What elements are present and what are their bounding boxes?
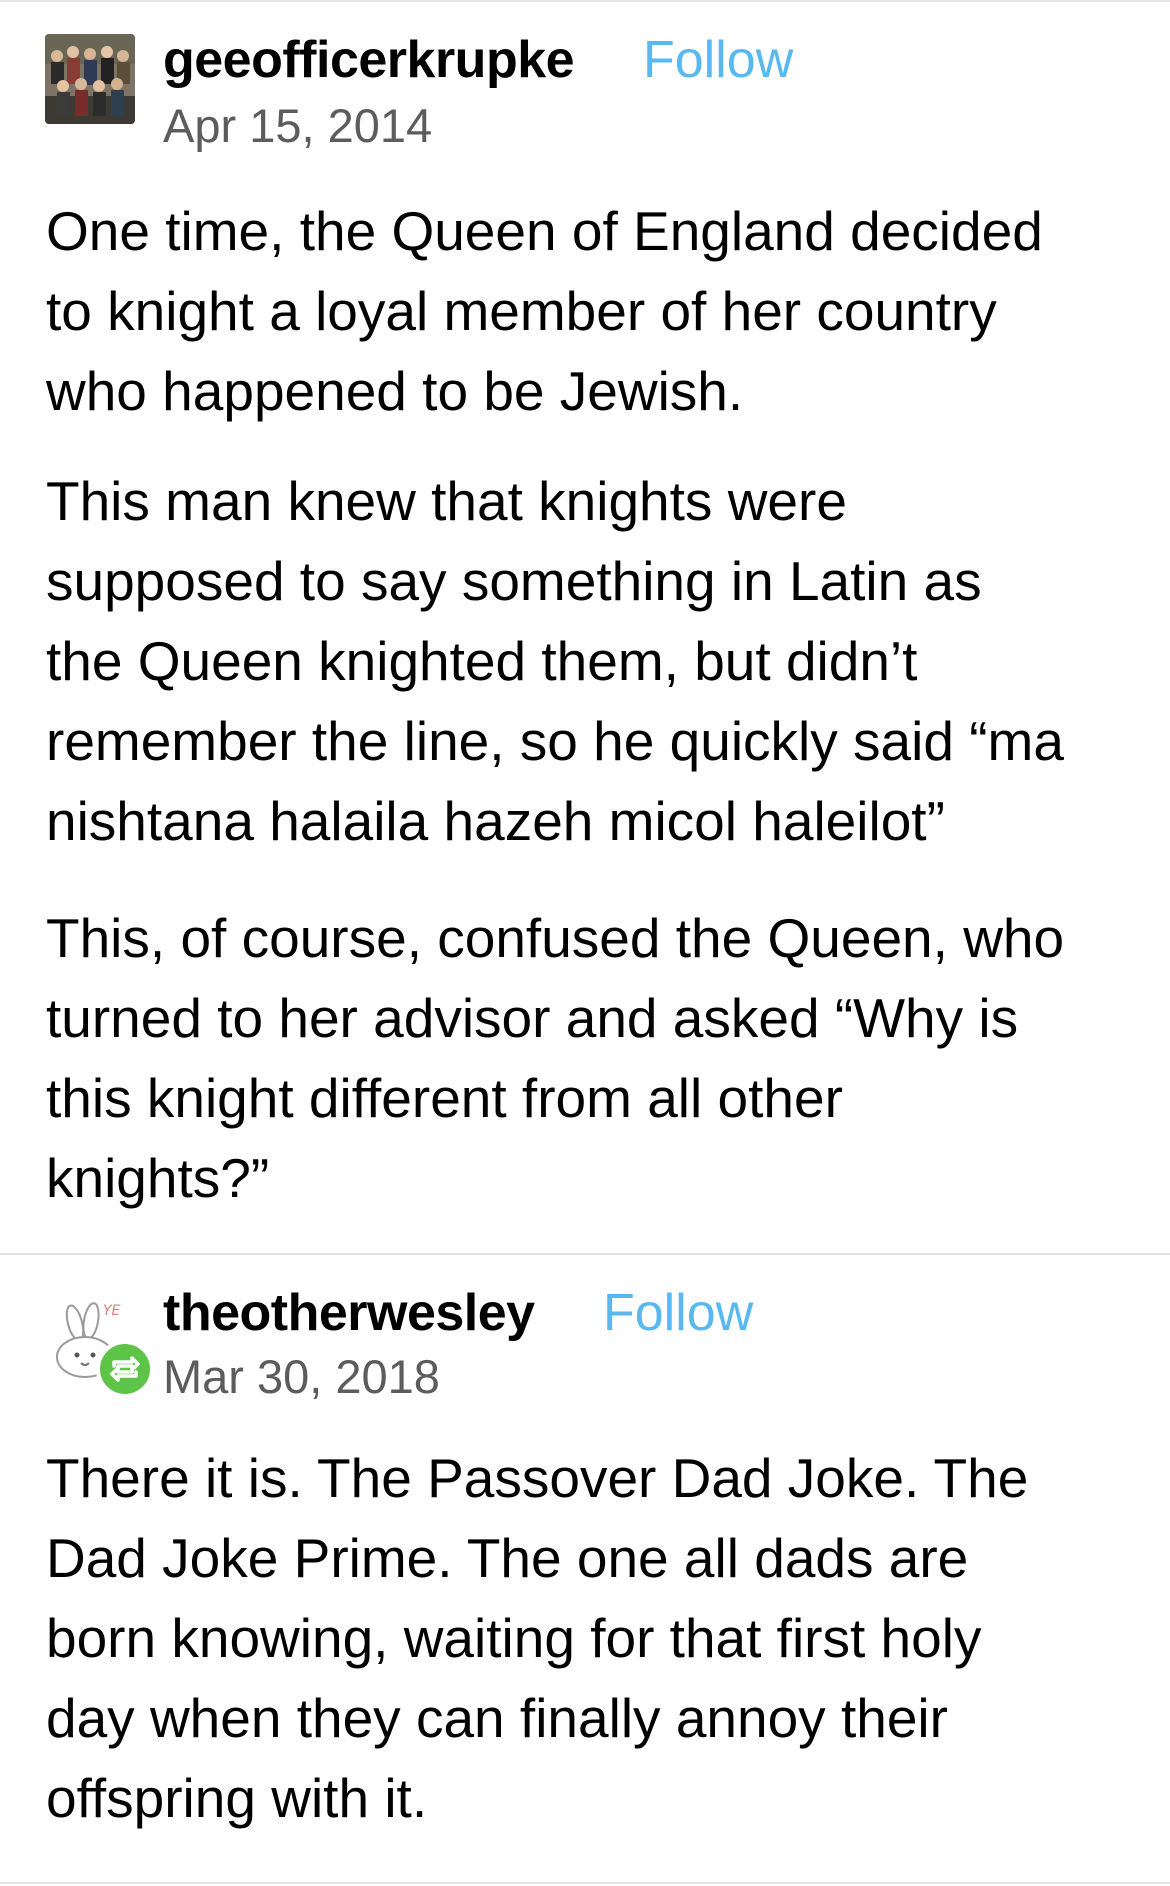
- text-line: offspring with it.: [46, 1767, 428, 1829]
- post-date[interactable]: Apr 15, 2014: [163, 98, 432, 153]
- post-paragraph: One time, the Queen of England decided t…: [46, 191, 1156, 431]
- text-line: One time, the Queen of England decided: [46, 200, 1043, 262]
- follow-button[interactable]: Follow: [643, 30, 793, 90]
- post-paragraph: This, of course, confused the Queen, who…: [46, 898, 1156, 1218]
- text-line: supposed to say something in Latin as: [46, 550, 982, 612]
- post-username[interactable]: geeofficerkrupke: [163, 30, 575, 90]
- text-line: remember the line, so he quickly said “m…: [46, 710, 1064, 772]
- text-line: This man knew that knights were: [46, 470, 847, 532]
- post-paragraph: This man knew that knights were supposed…: [46, 461, 1156, 861]
- text-line: Dad Joke Prime. The one all dads are: [46, 1527, 969, 1589]
- text-line: knights?”: [46, 1147, 270, 1209]
- text-line: born knowing, waiting for that first hol…: [46, 1607, 982, 1669]
- group-photo-avatar-image: [45, 34, 135, 124]
- follow-button[interactable]: Follow: [603, 1283, 753, 1343]
- post-divider: [0, 1253, 1170, 1255]
- reblog-arrows-icon: [110, 1356, 140, 1382]
- avatar-text: YE: [103, 1303, 121, 1319]
- text-line: There it is. The Passover Dad Joke. The: [46, 1447, 1029, 1509]
- text-line: to knight a loyal member of her country: [46, 280, 997, 342]
- post-username[interactable]: theotherwesley: [163, 1283, 535, 1343]
- text-line: This, of course, confused the Queen, who: [46, 907, 1065, 969]
- post-paragraph: There it is. The Passover Dad Joke. The …: [46, 1438, 1156, 1838]
- text-line: this knight different from all other: [46, 1067, 843, 1129]
- bottom-divider: [0, 1882, 1170, 1884]
- text-line: the Queen knighted them, but didn’t: [46, 630, 918, 692]
- text-line: day when they can finally annoy their: [46, 1687, 948, 1749]
- post-original: geeofficerkrupke Follow Apr 15, 2014 One…: [0, 0, 1170, 1255]
- post-date[interactable]: Mar 30, 2018: [163, 1349, 440, 1404]
- text-line: turned to her advisor and asked “Why is: [46, 987, 1019, 1049]
- group-photo-avatar[interactable]: [45, 34, 135, 124]
- reblog-icon: [96, 1340, 154, 1398]
- text-line: who happened to be Jewish.: [46, 360, 744, 422]
- text-line: nishtana halaila hazeh micol haleilot”: [46, 790, 945, 852]
